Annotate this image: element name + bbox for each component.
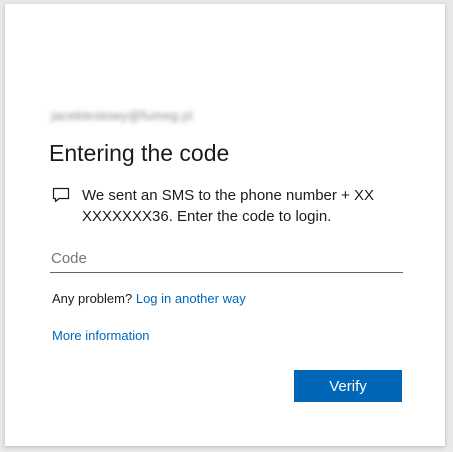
sms-message-line2: XXXXXXX36. Enter the code to login.: [82, 208, 332, 225]
account-email: jacektestowy@fumeg.pl: [51, 108, 193, 123]
log-in-another-way-link[interactable]: Log in another way: [136, 291, 246, 306]
verify-button[interactable]: Verify: [294, 370, 402, 402]
sms-message-line1: We sent an SMS to the phone number + XX: [82, 187, 374, 204]
chat-bubble-icon: [52, 187, 70, 203]
page-title: Entering the code: [49, 140, 230, 166]
problem-label: Any problem?: [52, 291, 133, 306]
sign-in-card: jacektestowy@fumeg.pl Entering the code …: [5, 4, 445, 446]
code-input[interactable]: [50, 244, 403, 273]
sms-message-text: We sent an SMS to the phone number + XX …: [82, 185, 374, 227]
problem-row: Any problem? Log in another way: [52, 291, 246, 306]
more-information-link[interactable]: More information: [52, 328, 150, 343]
